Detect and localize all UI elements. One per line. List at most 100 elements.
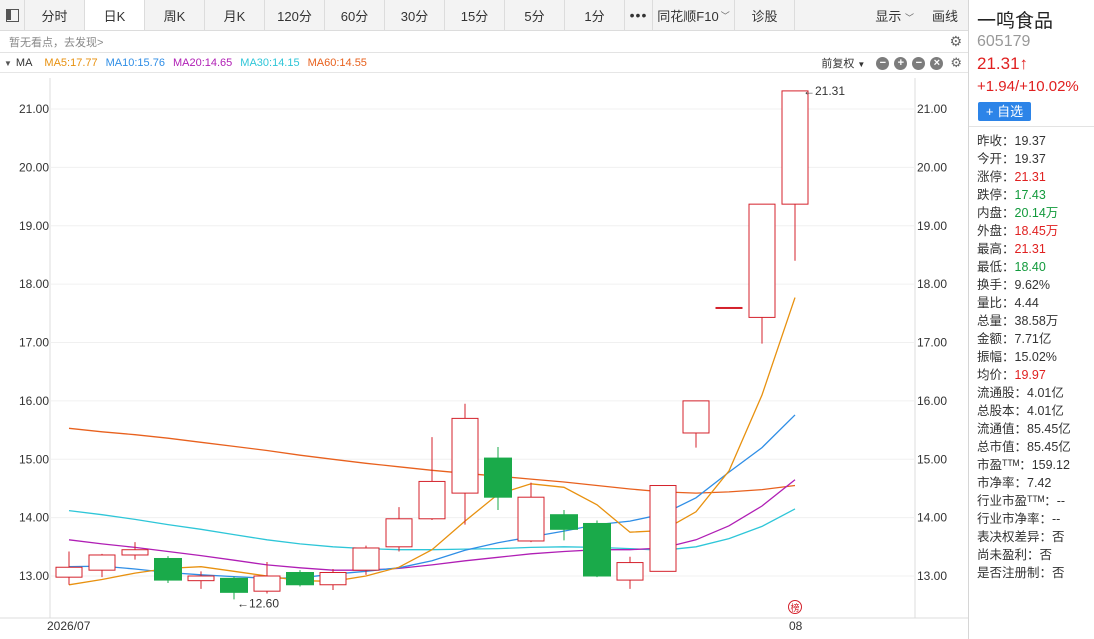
low-price-label: ←12.60: [237, 596, 279, 610]
display-menu[interactable]: 显示 ﹀: [875, 6, 914, 25]
stat-row: 市净率：7.42: [977, 474, 1071, 492]
candle-up: [352, 545, 380, 575]
collapse-triangle-icon[interactable]: ▼: [4, 59, 12, 68]
tab-monthly-k[interactable]: 月K: [205, 0, 265, 30]
candle-body: [88, 554, 116, 571]
y-tick-label: 14.00: [917, 511, 947, 525]
stat-label: 金额：: [977, 332, 1015, 346]
stat-label: 市净率：: [977, 476, 1028, 490]
y-tick-label: 13.00: [917, 569, 947, 583]
candle-body: [484, 457, 512, 498]
stat-label: 内盘：: [977, 206, 1015, 220]
stat-value: 20.14万: [1014, 206, 1059, 220]
stat-value: 否: [1052, 530, 1065, 544]
stat-row: 换手：9.62%: [977, 276, 1071, 294]
candle-body: [385, 518, 413, 548]
stat-label: 换手：: [977, 278, 1015, 292]
ma30-value: MA30:14.15: [240, 57, 300, 69]
stat-label: 今开：: [977, 152, 1015, 166]
rank-badge-label: 榜: [790, 602, 799, 614]
gear-icon[interactable]: ⚙: [950, 55, 962, 71]
candle-up: [319, 568, 347, 591]
stat-row: 跌停：17.43: [977, 186, 1071, 204]
tab-1min[interactable]: 1分: [565, 0, 625, 30]
more-periods-button[interactable]: •••: [625, 0, 653, 30]
stock-price: 21.31↑: [977, 54, 1029, 73]
stat-value: 18.45万: [1014, 224, 1059, 238]
plus-circle-icon[interactable]: +: [894, 56, 908, 70]
stat-value: 9.62%: [1014, 278, 1050, 292]
x-axis: 2026/07 08: [47, 619, 803, 633]
insight-placeholder[interactable]: 暂无看点，去发现>: [9, 34, 103, 50]
diagnose-tab[interactable]: 诊股: [735, 0, 795, 30]
stat-label: 总股本：: [977, 404, 1028, 418]
stat-row: 最低：18.40: [977, 258, 1071, 276]
candle-up: [616, 556, 644, 589]
candle-up: [88, 553, 116, 578]
candle-body: [418, 480, 446, 520]
stat-value: 18.40: [1014, 260, 1046, 274]
x-tick-label: 2026/07: [47, 619, 91, 633]
chevron-down-icon: ﹀: [720, 10, 730, 21]
stat-label: 最高：: [977, 242, 1015, 256]
y-tick-label: 18.00: [19, 277, 49, 291]
tab-minute[interactable]: 分时: [25, 0, 85, 30]
kline-chart[interactable]: 21.00 20.00 19.00 18.00 17.00 16.00 15.00 14.00…: [0, 74, 968, 639]
y-tick-label: 16.00: [19, 394, 49, 408]
stat-value: 19.37: [1014, 152, 1046, 166]
candle-up: [385, 507, 413, 552]
candle-body: [154, 557, 182, 581]
tab-weekly-k[interactable]: 周K: [145, 0, 205, 30]
candle-body: [517, 496, 545, 542]
tab-60min[interactable]: 60分: [325, 0, 385, 30]
stat-row: 总市值：85.45亿: [977, 438, 1071, 456]
candle-body: [451, 417, 479, 494]
stat-label: 均价：: [977, 368, 1015, 382]
candle-body: [649, 485, 677, 572]
sidebar-toggle-icon[interactable]: [0, 0, 25, 30]
candle-body: [748, 203, 776, 318]
divider: [969, 126, 1094, 127]
y-tick-label: 15.00: [917, 452, 947, 466]
close-circle-icon[interactable]: ×: [930, 56, 944, 70]
stat-row: 流通值：85.45亿: [977, 420, 1071, 438]
quote-panel: 一鸣食品 605179 21.31↑ +1.94/+10.02% + 自选 昨收…: [968, 0, 1094, 639]
tab-120min[interactable]: 120分: [265, 0, 325, 30]
stat-value: 4.44: [1014, 296, 1039, 310]
stat-row: 均价：19.97: [977, 366, 1071, 384]
tab-5min[interactable]: 5分: [505, 0, 565, 30]
f10-dropdown[interactable]: 同花顺F10 ﹀: [653, 0, 735, 30]
adjust-dropdown[interactable]: 前复权 ▼: [821, 55, 865, 71]
zoom-out-circle-icon[interactable]: −: [912, 56, 926, 70]
y-tick-label: 14.00: [19, 511, 49, 525]
tab-30min[interactable]: 30分: [385, 0, 445, 30]
stat-row: 昨收：19.37: [977, 132, 1071, 150]
add-watchlist-button[interactable]: + 自选: [978, 102, 1031, 121]
candle-up: [715, 306, 743, 309]
gear-icon[interactable]: ⚙: [949, 33, 962, 50]
candle-down: [154, 556, 182, 584]
stat-row: 金额：7.71亿: [977, 330, 1071, 348]
stat-label: 振幅：: [977, 350, 1015, 364]
stat-value: 21.31: [1014, 170, 1046, 184]
y-tick-label: 19.00: [19, 219, 49, 233]
adjust-label: 前复权: [821, 58, 855, 70]
stat-row: 振幅：15.02%: [977, 348, 1071, 366]
stat-row: 内盘：20.14万: [977, 204, 1071, 222]
candle-up: [418, 437, 446, 520]
period-tab-bar: 分时 日K 周K 月K 120分 60分 30分 15分 5分 1分 ••• 同…: [0, 0, 968, 31]
stat-value: 4.01亿: [1027, 386, 1064, 400]
tab-daily-k[interactable]: 日K: [85, 0, 145, 30]
stat-value: 否: [1052, 566, 1065, 580]
candle-up: [781, 90, 809, 261]
indicator-name[interactable]: MA: [16, 57, 33, 69]
draw-line-button[interactable]: 画线: [932, 6, 958, 25]
stat-row: 流通股：4.01亿: [977, 384, 1071, 402]
minus-circle-icon[interactable]: −: [876, 56, 890, 70]
ma60-value: MA60:14.55: [307, 57, 367, 69]
y-tick-label: 18.00: [917, 277, 947, 291]
tab-15min[interactable]: 15分: [445, 0, 505, 30]
candle-body: [187, 575, 215, 582]
candle-body: [55, 566, 83, 578]
display-label: 显示: [875, 8, 902, 24]
